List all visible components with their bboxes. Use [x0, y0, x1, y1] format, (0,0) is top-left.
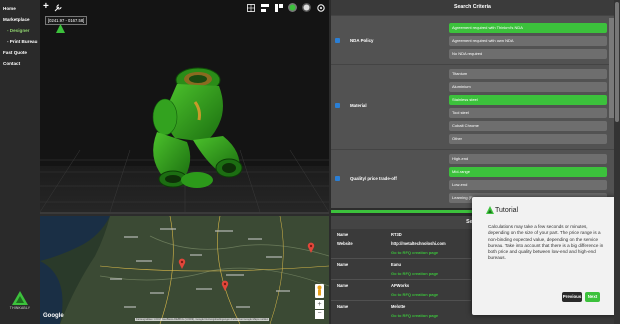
sidebar-item-home[interactable]: Home	[3, 6, 16, 11]
material-label: Material	[350, 103, 367, 108]
zoom-out-button[interactable]: −	[315, 310, 324, 319]
material-option-tool-steel[interactable]: Tool steel	[449, 108, 607, 118]
nda-option-thinkmi[interactable]: Agreement required with Thinkmi's NDA	[449, 23, 607, 33]
rfq-link[interactable]: Go to RFQ creation page	[391, 292, 438, 297]
service-name-value: Melotte	[391, 304, 406, 309]
rfq-link[interactable]: Go to RFQ creation page	[391, 313, 438, 318]
service-website-value[interactable]: http://metaltechnoloshi.com	[391, 241, 446, 246]
service-separator	[331, 279, 471, 280]
quality-label: Quality/ price trade-off	[350, 176, 397, 181]
zoom-in-button[interactable]: +	[315, 300, 324, 309]
criteria-row-nda: NDA Policy Agreement required with Think…	[331, 15, 614, 65]
google-logo: Google	[43, 313, 64, 319]
tutorial-popup: Tutorial Calculations may take a few sec…	[472, 197, 617, 315]
tutorial-text: Calculations may take a few seconds or m…	[488, 224, 604, 261]
material-option-aluminium[interactable]: Aluminium	[449, 82, 607, 92]
grid-icon[interactable]	[246, 3, 255, 12]
wrench-icon[interactable]	[54, 4, 62, 12]
service-separator	[331, 258, 471, 259]
sidebar: Home Marketplace - Designer - Print Bure…	[0, 0, 40, 324]
map-pin-icon[interactable]	[178, 258, 186, 269]
sidebar-item-contact[interactable]: Contact	[3, 61, 20, 66]
sidebar-item-print-bureau[interactable]: - Print Bureau	[7, 39, 37, 44]
service-name-key: Name	[337, 262, 349, 267]
material-option-stainless[interactable]: Stainless steel	[449, 95, 607, 105]
nda-label: NDA Policy	[350, 38, 374, 43]
material-checkbox[interactable]	[335, 103, 340, 108]
viewer-toolbar	[246, 3, 325, 12]
service-name-value: RT3D	[391, 232, 402, 237]
material-option-titanium[interactable]: Titanium	[449, 69, 607, 79]
viewer-divider	[40, 212, 329, 214]
slice-icon[interactable]	[274, 3, 283, 12]
render-icon[interactable]	[302, 3, 311, 12]
sidebar-item-fast-quote[interactable]: Fast Quote	[3, 50, 27, 55]
rfq-link[interactable]: Go to RFQ creation page	[391, 250, 438, 255]
nda-option-none[interactable]: No NDA required	[449, 49, 607, 59]
logo-triangle-icon	[12, 291, 28, 305]
search-criteria-panel: Search Criteria NDA Policy Agreement req…	[331, 0, 614, 208]
logo-text: THINKABLY	[9, 306, 31, 310]
quality-checkbox[interactable]	[335, 176, 340, 181]
map-pin-icon[interactable]	[221, 280, 229, 291]
3d-viewer[interactable]: + [0241.97 - 0167.58]	[40, 0, 329, 212]
nda-checkbox[interactable]	[335, 38, 340, 43]
service-website-key: Website	[337, 241, 353, 246]
sidebar-item-designer[interactable]: - Designer	[7, 28, 29, 33]
service-separator	[331, 300, 471, 301]
tutorial-title: Tutorial	[495, 207, 519, 214]
criteria-row-material: Material Titanium Aluminium Stainless st…	[331, 64, 614, 150]
previous-button[interactable]: Previous	[562, 292, 582, 302]
map-terrain	[40, 216, 329, 324]
quality-option-low[interactable]: Low-end	[449, 180, 607, 190]
layers-icon[interactable]	[260, 3, 269, 12]
rfq-link[interactable]: Go to RFQ creation page	[391, 271, 438, 276]
map-attribution: Kartengrafiken ©2017 GeoBasis-DE/BKG (©2…	[135, 318, 270, 321]
nda-option-own[interactable]: Agreement required with own NDA	[449, 36, 607, 46]
map-pin-icon[interactable]	[307, 242, 315, 253]
service-name-key: Name	[337, 232, 349, 237]
service-name-key: Name	[337, 283, 349, 288]
next-button[interactable]: Next	[585, 292, 600, 302]
quality-option-high[interactable]: High-end	[449, 154, 607, 164]
search-criteria-title: Search Criteria	[331, 0, 614, 15]
material-option-cobalt[interactable]: Cobalt Chrome	[449, 121, 607, 131]
orientation-triangle-icon	[56, 24, 65, 33]
thinkably-logo: THINKABLY	[5, 290, 35, 310]
service-map[interactable]: + − Google Kartengrafiken ©2017 GeoBasis…	[40, 216, 329, 324]
coordinates-readout: [0241.97 - 0167.58]	[45, 16, 88, 25]
quality-option-mid[interactable]: Mid-range	[449, 167, 607, 177]
tutorial-logo-icon	[486, 206, 494, 214]
sidebar-item-marketplace[interactable]: Marketplace	[3, 17, 30, 22]
street-view-pegman[interactable]	[315, 284, 324, 298]
service-name-value: Eanu	[391, 262, 402, 267]
settings-icon[interactable]	[316, 3, 325, 12]
add-model-button[interactable]: +	[43, 1, 49, 12]
page-scrollbar-track	[614, 0, 620, 324]
shading-icon[interactable]	[288, 3, 297, 12]
service-name-key: Name	[337, 304, 349, 309]
service-name-value: APWorks	[391, 283, 410, 288]
page-scrollbar[interactable]	[615, 2, 619, 122]
material-option-other[interactable]: Other	[449, 134, 607, 144]
3d-part-model[interactable]	[135, 62, 250, 192]
